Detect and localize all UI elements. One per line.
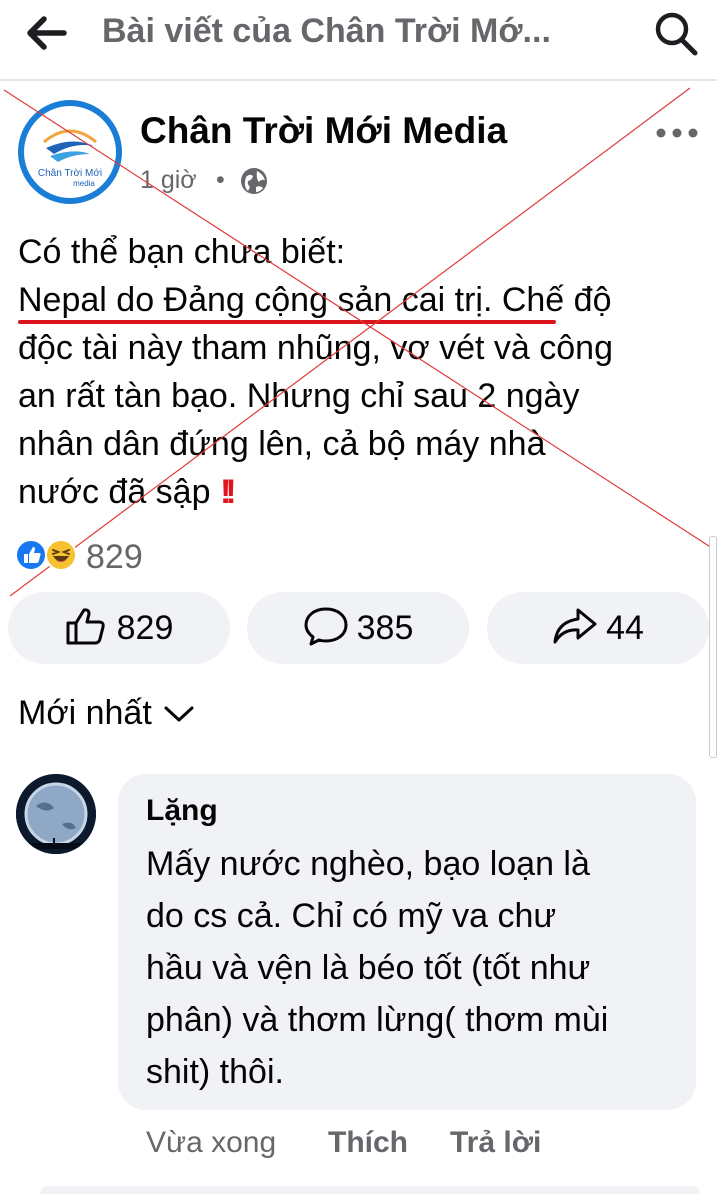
post-text: Có thể bạn chưa biết: Nepal do Đảng cộng… (18, 228, 708, 516)
more-options-icon[interactable] (652, 118, 702, 148)
comment-button[interactable]: 385 (247, 592, 469, 664)
post-text-line: Có thể bạn chưa biết: (18, 233, 346, 271)
svg-text:media: media (73, 179, 95, 188)
top-bar: Bài viết của Chân Trời Mớ... (0, 0, 717, 81)
post-text-line: Nepal do Đảng cộng sản cai trị. Chế độ (18, 281, 612, 319)
comment-text-line: hầu và vện là béo tốt (tốt như (146, 949, 591, 987)
comment-text: Mấy nước nghèo, bạo loạn là do cs cả. Ch… (146, 838, 686, 1098)
post-text-line-last: nước đã sập !! (18, 468, 708, 516)
comment-sort-dropdown[interactable]: Mới nhất (18, 694, 196, 733)
reaction-count[interactable]: 829 (86, 538, 143, 577)
separator-dot: • (216, 166, 225, 194)
post-text-line: độc tài này tham nhũng, vơ vét và công (18, 329, 613, 367)
comment-text-line: phân) và thơm lừng( thơm mùi (146, 1001, 609, 1039)
post-text-line: nước đã sập (18, 473, 211, 511)
comment-bubble-icon (303, 605, 349, 652)
haha-reaction-icon[interactable] (44, 538, 78, 572)
next-comment-peek (40, 1186, 700, 1194)
thumbs-up-icon (65, 606, 109, 651)
red-underline (18, 320, 556, 324)
arrow-left-icon[interactable] (22, 10, 72, 56)
search-icon[interactable] (650, 8, 702, 58)
double-exclamation-emoji: !! (219, 473, 236, 511)
chevron-down-icon (162, 694, 196, 733)
page-logo: Chân Trời Mới media (24, 106, 116, 198)
page-title: Bài viết của Chân Trời Mớ... (102, 12, 551, 50)
commenter-avatar[interactable] (16, 774, 96, 854)
comment-timestamp: Vừa xong (146, 1126, 277, 1159)
sort-label: Mới nhất (18, 694, 152, 732)
post-timestamp[interactable]: 1 giờ (140, 166, 197, 195)
post-text-line: nhân dân đứng lên, cả bộ máy nhà (18, 425, 546, 463)
post-text-line: an rất tàn bạo. Nhưng chỉ sau 2 ngày (18, 377, 580, 415)
like-reaction-icon[interactable] (14, 538, 48, 572)
share-button[interactable]: 44 (487, 592, 709, 664)
comment-author[interactable]: Lặng (146, 794, 218, 828)
comment-count: 385 (356, 608, 414, 647)
share-arrow-icon (552, 606, 598, 651)
comment-like-button[interactable]: Thích (328, 1126, 408, 1160)
like-count: 829 (116, 608, 174, 647)
comment-text-line: shit) thôi. (146, 1053, 284, 1091)
page-avatar[interactable]: Chân Trời Mới media (18, 100, 122, 204)
globe-icon (238, 165, 270, 197)
page-name[interactable]: Chân Trời Mới Media (140, 110, 507, 152)
share-count: 44 (606, 608, 644, 647)
svg-text:Chân Trời Mới: Chân Trời Mới (38, 168, 102, 179)
comment-text-line: Mấy nước nghèo, bạo loạn là (146, 845, 590, 883)
comment-reply-button[interactable]: Trả lời (450, 1126, 541, 1160)
comment-text-line: do cs cả. Chỉ có mỹ va chư (146, 897, 557, 935)
scrollbar[interactable] (709, 536, 717, 758)
header-divider (0, 79, 717, 81)
like-button[interactable]: 829 (8, 592, 230, 664)
